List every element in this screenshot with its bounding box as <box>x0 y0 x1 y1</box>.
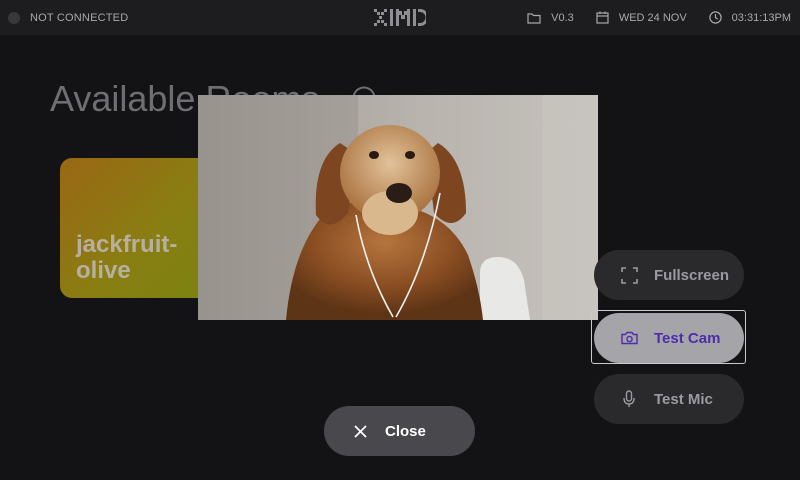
camera-preview-image <box>198 95 598 320</box>
close-label: Close <box>385 422 426 440</box>
time-indicator: 03:31:13PM <box>708 11 791 24</box>
test-cam-label: Test Cam <box>654 329 721 347</box>
fullscreen-label: Fullscreen <box>654 266 730 284</box>
status-area: V0.3 WED 24 NOV 03:31:13PM <box>513 0 791 35</box>
top-bar: NOT CONNECTED V0.3 WED 24 NOV 03:31:13PM <box>0 0 800 35</box>
fullscreen-button[interactable]: Fullscreen <box>594 250 744 300</box>
connection-status: NOT CONNECTED <box>8 0 128 35</box>
microphone-icon <box>620 390 638 408</box>
version-indicator: V0.3 <box>527 12 574 24</box>
test-cam-button[interactable]: Test Cam <box>594 313 744 363</box>
date-label: WED 24 NOV <box>618 11 687 24</box>
camera-icon <box>620 329 638 347</box>
date-indicator: WED 24 NOV <box>596 11 687 24</box>
close-button[interactable]: Close <box>324 406 475 456</box>
clock-icon <box>708 11 722 24</box>
time-label: 03:31:13PM <box>731 11 791 24</box>
version-label: V0.3 <box>551 11 574 24</box>
ximi-logo <box>374 9 426 26</box>
test-mic-label: Test Mic <box>654 390 713 408</box>
status-dot-icon <box>8 11 20 24</box>
test-mic-button[interactable]: Test Mic <box>594 374 744 424</box>
folder-icon <box>527 12 541 24</box>
fullscreen-icon <box>620 266 638 284</box>
close-icon <box>354 424 367 438</box>
calendar-icon <box>596 11 609 24</box>
camera-preview <box>198 95 598 320</box>
connection-status-label: NOT CONNECTED <box>30 11 129 24</box>
room-card-name: jackfruit-olive <box>76 231 178 284</box>
